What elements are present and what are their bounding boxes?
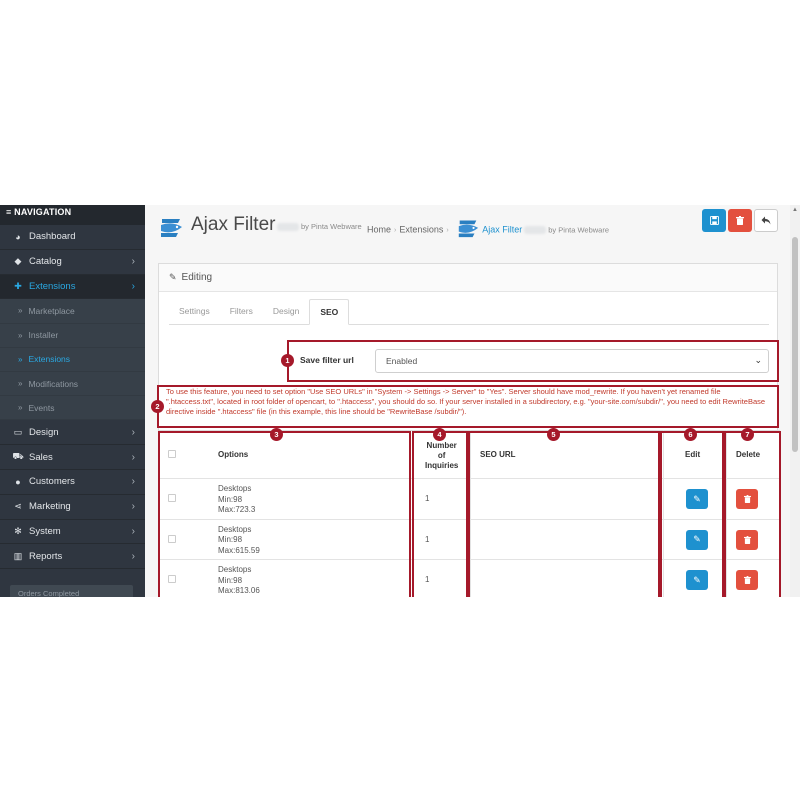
user-icon: ●: [15, 476, 21, 487]
cart-icon: ⛟: [12, 451, 24, 462]
pencil-icon: ✎: [169, 272, 177, 282]
tag-icon: ◆: [14, 256, 22, 267]
annotation-badge-6: 6: [684, 428, 697, 441]
double-chevron-icon: »: [18, 306, 23, 316]
annotation-badge-2: 2: [151, 400, 164, 413]
breadcrumb-separator: ›: [394, 227, 397, 235]
double-chevron-icon: »: [18, 330, 23, 340]
sidebar-subitem-marketplace[interactable]: » Marketplace: [0, 299, 145, 324]
page-vendor: by Pinta Webware: [275, 222, 362, 232]
annotation-box-7: [724, 431, 781, 597]
sidebar-item-reports[interactable]: ▥ Reports ›: [0, 544, 145, 570]
dashboard-icon: ◕: [15, 231, 21, 242]
breadcrumb-extensions[interactable]: Extensions: [399, 224, 443, 234]
sidebar-subitem-modifications[interactable]: » Modifications: [0, 371, 145, 397]
pinta-logo-icon: [161, 219, 182, 237]
page-scrollbar[interactable]: ▲: [790, 205, 800, 597]
sidebar-item-label: Customers: [29, 476, 75, 488]
sidebar-item-label: Design: [29, 426, 59, 438]
tab-filters[interactable]: Filters: [220, 299, 263, 325]
sidebar-subitem-events[interactable]: » Events: [0, 396, 145, 421]
sidebar-item-design[interactable]: ▭ Design ›: [0, 420, 145, 446]
sidebar-subitem-label: Modifications: [28, 378, 79, 389]
sidebar-subitem-installer[interactable]: » Installer: [0, 323, 145, 348]
chevron-right-icon: ›: [131, 256, 135, 268]
sidebar-item-sales[interactable]: ⛟ Sales ›: [0, 445, 145, 470]
annotation-badge-7: 7: [741, 428, 754, 441]
chevron-right-icon: ›: [131, 525, 135, 537]
sidebar-item-label: Marketing: [29, 501, 71, 513]
tab-seo[interactable]: SEO: [309, 299, 350, 325]
sidebar-subitem-label: Extensions: [28, 354, 71, 365]
trash-icon: [736, 216, 744, 225]
cog-icon: ✻: [14, 525, 22, 536]
breadcrumb-current[interactable]: Ajax Filter: [482, 224, 522, 234]
sidebar-item-catalog[interactable]: ◆ Catalog ›: [0, 250, 145, 275]
sidebar-item-extensions[interactable]: ✚ Extensions ›: [0, 274, 145, 300]
monitor-icon: ▭: [13, 426, 23, 437]
sidebar-subitem-extensions[interactable]: » Extensions: [0, 347, 145, 372]
annotation-box-5: [468, 431, 660, 597]
sidebar-item-label: Catalog: [29, 256, 62, 268]
sidebar-subitem-label: Events: [28, 402, 55, 413]
breadcrumb: Home › Extensions › Ajax Filter by Pinta Web…: [367, 220, 609, 239]
page-header: Ajax Filter by Pinta Webware Home › Extens…: [145, 205, 800, 255]
sidebar-subitem-label: Marketplace: [28, 305, 75, 316]
panel-title: Editing: [181, 272, 213, 283]
sidebar: ≡ NAVIGATION ◕ Dashboard ◆ Catalog › ✚ Extensi…: [0, 205, 145, 597]
chevron-right-icon: ›: [131, 501, 135, 513]
tab-bar: Settings Filters Design SEO: [169, 299, 769, 325]
annotation-box-3: [158, 431, 411, 597]
panel-heading: ✎ Editing: [159, 264, 777, 292]
admin-screen: ≡ NAVIGATION ◕ Dashboard ◆ Catalog › ✚ Extensi…: [0, 205, 800, 597]
annotation-badge-4: 4: [433, 428, 446, 441]
tab-design[interactable]: Design: [263, 299, 309, 325]
annotation-badge-3: 3: [270, 428, 283, 441]
scroll-up-arrow-icon[interactable]: ▲: [792, 207, 798, 213]
breadcrumb-home[interactable]: Home: [367, 224, 391, 234]
delete-button[interactable]: [728, 209, 752, 232]
sidebar-item-label: System: [29, 525, 61, 537]
sidebar-item-marketing[interactable]: ⋖ Marketing ›: [0, 495, 145, 520]
breadcrumb-separator: ›: [446, 227, 449, 235]
scroll-thumb[interactable]: [792, 237, 798, 452]
pinta-logo-icon: [459, 220, 479, 238]
sidebar-item-label: Dashboard: [29, 231, 76, 243]
save-icon: [709, 216, 719, 225]
share-icon: ⋖: [14, 501, 22, 512]
save-button[interactable]: [702, 209, 726, 232]
sidebar-item-label: Reports: [29, 550, 63, 562]
chevron-right-icon: ›: [131, 280, 135, 292]
annotation-badge-1: 1: [281, 354, 294, 367]
annotation-badge-5: 5: [547, 428, 560, 441]
annotation-box-6: [660, 431, 724, 597]
orders-completed-box: Orders Completed: [10, 585, 133, 597]
annotation-box-2: [157, 385, 779, 428]
sidebar-item-dashboard[interactable]: ◕ Dashboard: [0, 225, 145, 250]
chevron-right-icon: ›: [131, 476, 135, 488]
tab-settings[interactable]: Settings: [169, 299, 220, 325]
page-title: Ajax Filter: [191, 214, 276, 235]
breadcrumb-vendor: by Pinta Webware: [548, 225, 609, 235]
reply-icon: [761, 216, 771, 225]
chevron-right-icon: ›: [131, 550, 135, 562]
sidebar-item-system[interactable]: ✻ System ›: [0, 520, 145, 545]
double-chevron-icon: »: [18, 354, 23, 364]
bar-chart-icon: ▥: [13, 550, 23, 561]
sidebar-item-label: Sales: [29, 451, 53, 463]
annotation-box-1: [287, 340, 779, 382]
annotation-box-4: [412, 431, 468, 597]
chevron-right-icon: ›: [131, 426, 135, 438]
double-chevron-icon: »: [18, 403, 23, 413]
chevron-right-icon: ›: [131, 451, 135, 463]
navigation-header[interactable]: ≡ NAVIGATION: [0, 205, 145, 225]
back-button[interactable]: [754, 209, 778, 232]
sidebar-subitem-label: Installer: [28, 330, 59, 341]
sidebar-item-label: Extensions: [29, 280, 76, 292]
sidebar-item-customers[interactable]: ● Customers ›: [0, 470, 145, 495]
puzzle-icon: ✚: [14, 280, 22, 291]
double-chevron-icon: »: [18, 379, 23, 389]
